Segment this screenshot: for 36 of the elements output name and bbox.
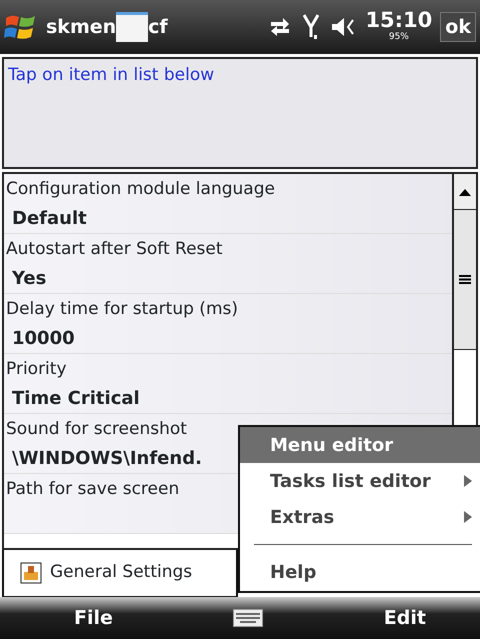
setting-label: Path for save screen	[6, 478, 180, 501]
menu-item[interactable]: Menu editor	[240, 427, 480, 463]
edit-softkey[interactable]: Edit	[380, 604, 430, 632]
ok-button[interactable]: ok	[440, 12, 476, 42]
up-arrow-icon	[459, 188, 471, 196]
toolbox-icon	[20, 562, 42, 584]
app-title: cf	[148, 14, 168, 40]
menu-item[interactable]: Help	[240, 554, 480, 590]
settings-row[interactable]: Autostart after Soft Reset Yes	[4, 234, 452, 294]
info-text: Tap on item in list below	[8, 65, 214, 85]
setting-label: Configuration module language	[6, 178, 275, 201]
battery-level: 95%	[388, 30, 410, 44]
settings-tab[interactable]: General Settings	[2, 550, 238, 598]
setting-value: 10000	[11, 327, 75, 351]
clock-time: 15:10	[365, 10, 432, 31]
file-softkey[interactable]: File	[70, 604, 117, 632]
setting-value: Default	[11, 207, 87, 231]
settings-row[interactable]: Configuration module language Default	[4, 174, 452, 234]
scroll-thumb[interactable]	[454, 210, 476, 350]
app-title: skmen	[46, 14, 116, 40]
setting-label: Autostart after Soft Reset	[6, 238, 223, 261]
settings-row[interactable]: Priority Time Critical	[4, 354, 452, 414]
tab-label: General Settings	[50, 561, 192, 584]
window-overlay	[116, 12, 148, 42]
setting-label: Priority	[6, 358, 67, 381]
scroll-up-button[interactable]	[454, 174, 476, 210]
grip-icon	[459, 275, 471, 284]
setting-label: Delay time for startup (ms)	[6, 298, 238, 321]
setting-label: Sound for screenshot	[6, 418, 187, 441]
setting-value: \WINDOWS\Infend.	[11, 447, 202, 471]
connectivity-icon[interactable]	[269, 17, 292, 37]
keyboard-icon[interactable]	[233, 609, 264, 627]
settings-row[interactable]: Delay time for startup (ms) 10000	[4, 294, 452, 354]
setting-value: Yes	[11, 267, 46, 291]
signal-icon[interactable]	[303, 13, 320, 41]
setting-value: Time Critical	[11, 387, 140, 411]
